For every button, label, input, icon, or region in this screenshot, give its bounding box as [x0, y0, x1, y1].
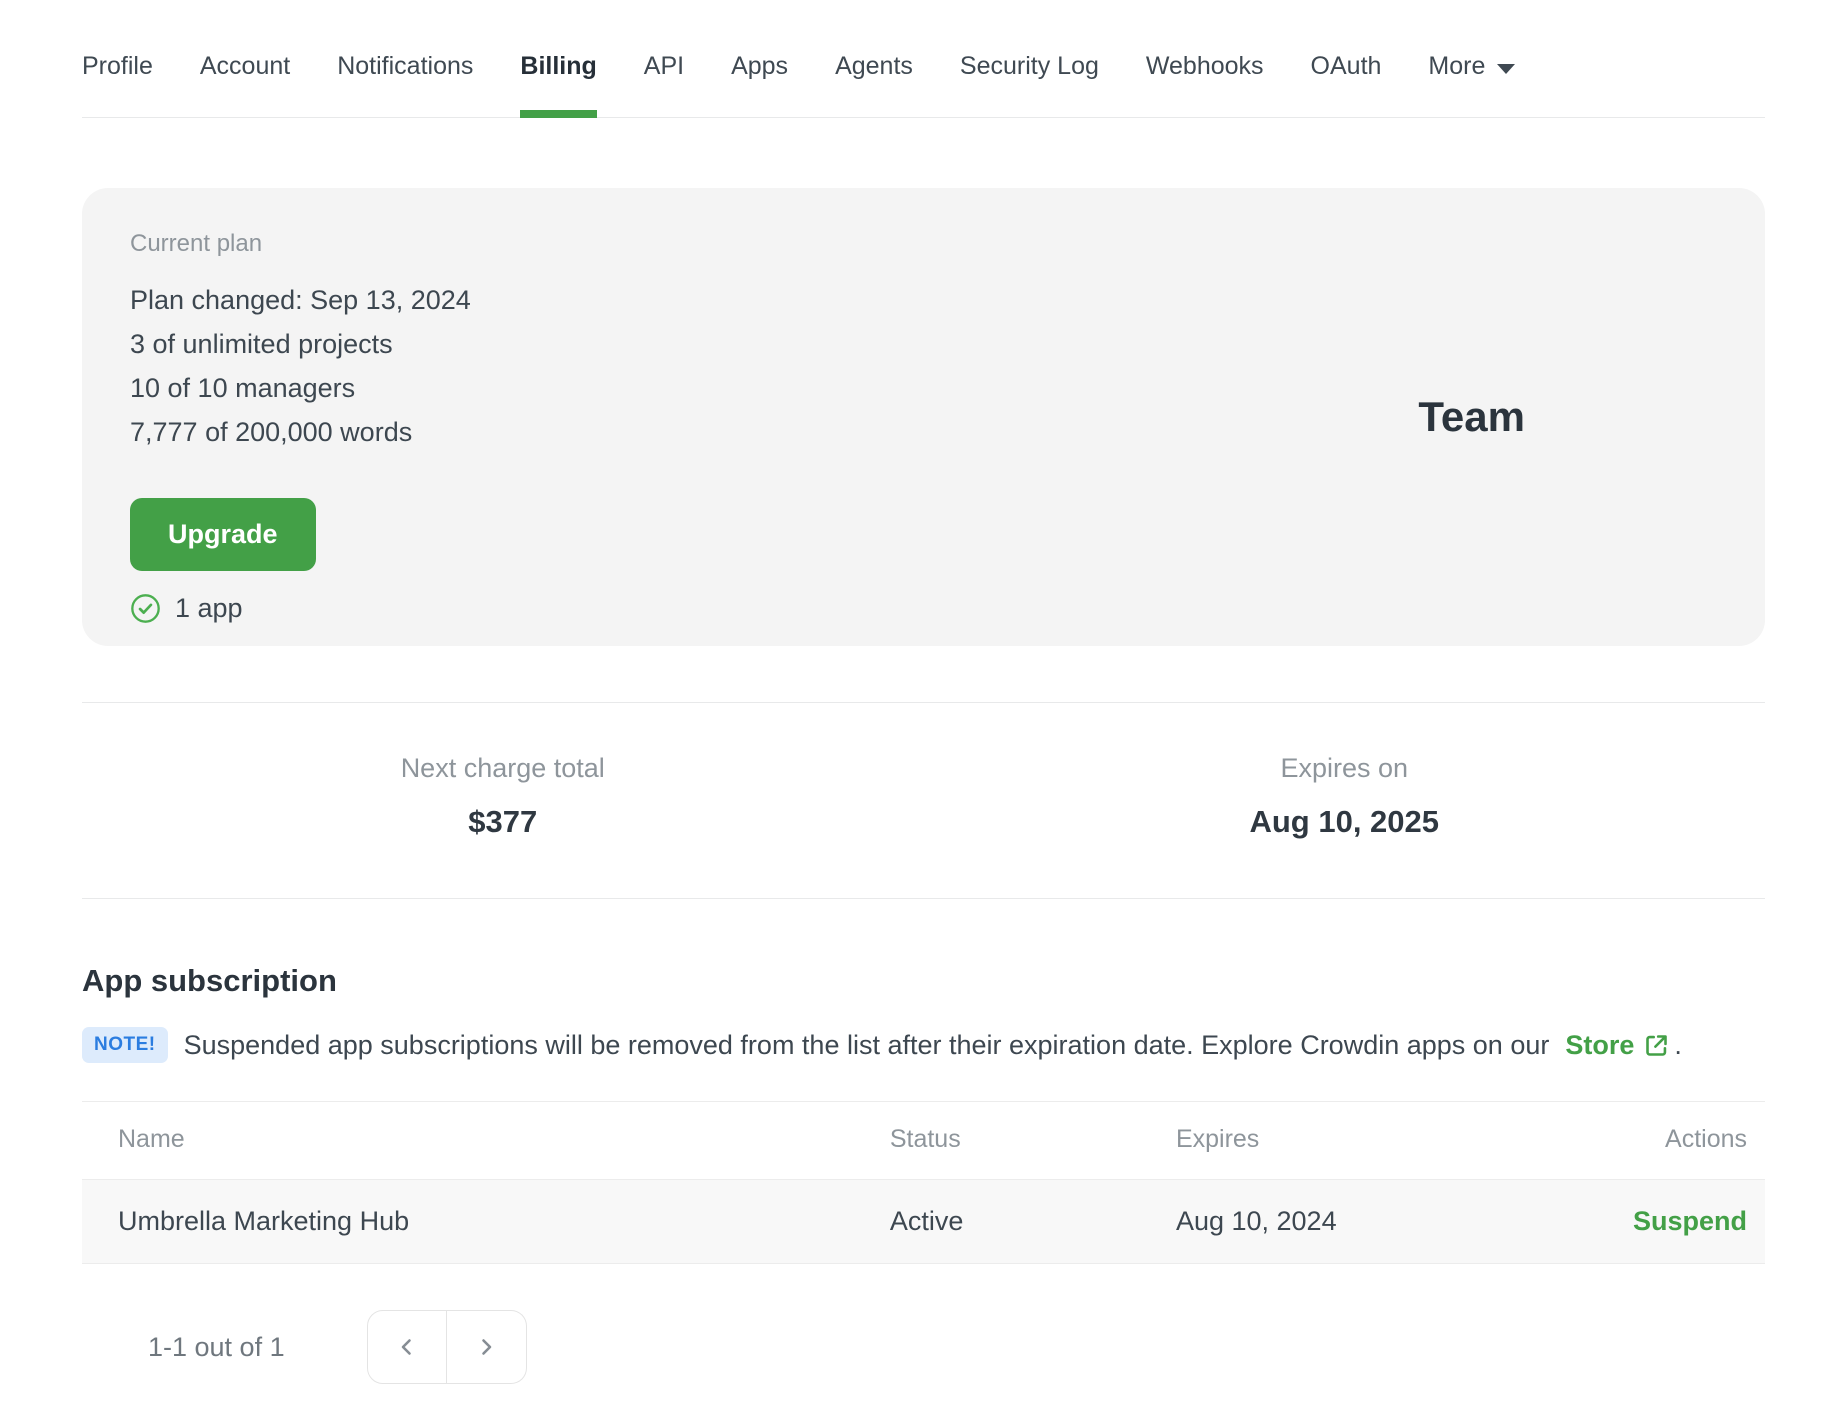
table-row: Umbrella Marketing Hub Active Aug 10, 20…	[82, 1179, 1765, 1264]
cell-expires: Aug 10, 2024	[1175, 1179, 1564, 1264]
tab-api[interactable]: API	[644, 52, 684, 117]
tab-apps[interactable]: Apps	[731, 52, 788, 117]
expires-on-value: Aug 10, 2025	[1249, 804, 1440, 839]
plan-words-usage: 7,777 of 200,000 words	[130, 417, 413, 447]
plan-projects-usage: 3 of unlimited projects	[130, 329, 393, 359]
next-charge-block: Next charge total $377	[82, 753, 924, 840]
column-header-expires: Expires	[1175, 1101, 1564, 1180]
next-charge-value: $377	[468, 804, 538, 839]
column-header-name: Name	[82, 1101, 890, 1180]
apps-count-label: 1 app	[175, 593, 243, 623]
tab-security-log[interactable]: Security Log	[960, 52, 1099, 117]
apps-count-row: 1 app	[130, 593, 471, 624]
tab-webhooks[interactable]: Webhooks	[1146, 52, 1264, 117]
note-badge: NOTE!	[82, 1027, 168, 1063]
billing-settings-page: Profile Account Notifications Billing AP…	[0, 0, 1847, 1424]
upgrade-button[interactable]: Upgrade	[130, 498, 316, 571]
tab-oauth[interactable]: OAuth	[1311, 52, 1382, 117]
current-plan-card: Current plan Plan changed: Sep 13, 2024 …	[82, 188, 1765, 646]
current-plan-label: Current plan	[130, 230, 263, 257]
expires-on-block: Expires on Aug 10, 2025	[924, 753, 1766, 840]
plan-changed-date: Plan changed: Sep 13, 2024	[130, 285, 471, 315]
column-header-status: Status	[889, 1101, 1176, 1180]
subscription-note: NOTE! Suspended app subscriptions will b…	[82, 1027, 1765, 1063]
cell-status: Active	[889, 1179, 1176, 1264]
external-link-icon	[1643, 1032, 1670, 1059]
next-page-button[interactable]	[446, 1310, 527, 1384]
cell-app-name: Umbrella Marketing Hub	[82, 1179, 890, 1264]
plan-managers-usage: 10 of 10 managers	[130, 373, 356, 403]
store-link[interactable]: Store	[1565, 1030, 1670, 1061]
tab-agents[interactable]: Agents	[835, 52, 913, 117]
plan-name: Team	[1418, 393, 1525, 440]
check-circle-icon	[130, 593, 161, 624]
tab-more-label: More	[1428, 52, 1486, 80]
pagination: 1-1 out of 1	[82, 1310, 1765, 1384]
tab-account[interactable]: Account	[200, 52, 290, 117]
tab-more[interactable]: More	[1428, 52, 1516, 117]
pagination-label: 1-1 out of 1	[148, 1331, 285, 1362]
chevron-right-icon	[474, 1335, 498, 1359]
expires-on-label: Expires on	[1280, 753, 1409, 783]
note-suffix: .	[1674, 1029, 1682, 1060]
pager-buttons	[366, 1310, 527, 1384]
column-header-actions: Actions	[1563, 1101, 1765, 1180]
tab-profile[interactable]: Profile	[82, 52, 153, 117]
suspend-link[interactable]: Suspend	[1633, 1206, 1747, 1236]
prev-page-button[interactable]	[366, 1310, 447, 1384]
billing-summary: Next charge total $377 Expires on Aug 10…	[82, 702, 1765, 899]
store-link-label: Store	[1565, 1029, 1635, 1060]
chevron-left-icon	[395, 1335, 419, 1359]
app-subscription-title: App subscription	[82, 963, 337, 998]
app-subscriptions-table: Name Status Expires Actions Umbrella Mar…	[82, 1101, 1765, 1264]
tab-billing[interactable]: Billing	[520, 52, 598, 118]
note-text: Suspended app subscriptions will be remo…	[183, 1029, 1550, 1060]
settings-tabs: Profile Account Notifications Billing AP…	[82, 0, 1765, 118]
chevron-down-icon	[1497, 63, 1516, 74]
plan-details: Current plan Plan changed: Sep 13, 2024 …	[130, 230, 471, 623]
table-header-row: Name Status Expires Actions	[82, 1101, 1765, 1180]
tab-notifications[interactable]: Notifications	[337, 52, 473, 117]
next-charge-label: Next charge total	[400, 753, 605, 783]
